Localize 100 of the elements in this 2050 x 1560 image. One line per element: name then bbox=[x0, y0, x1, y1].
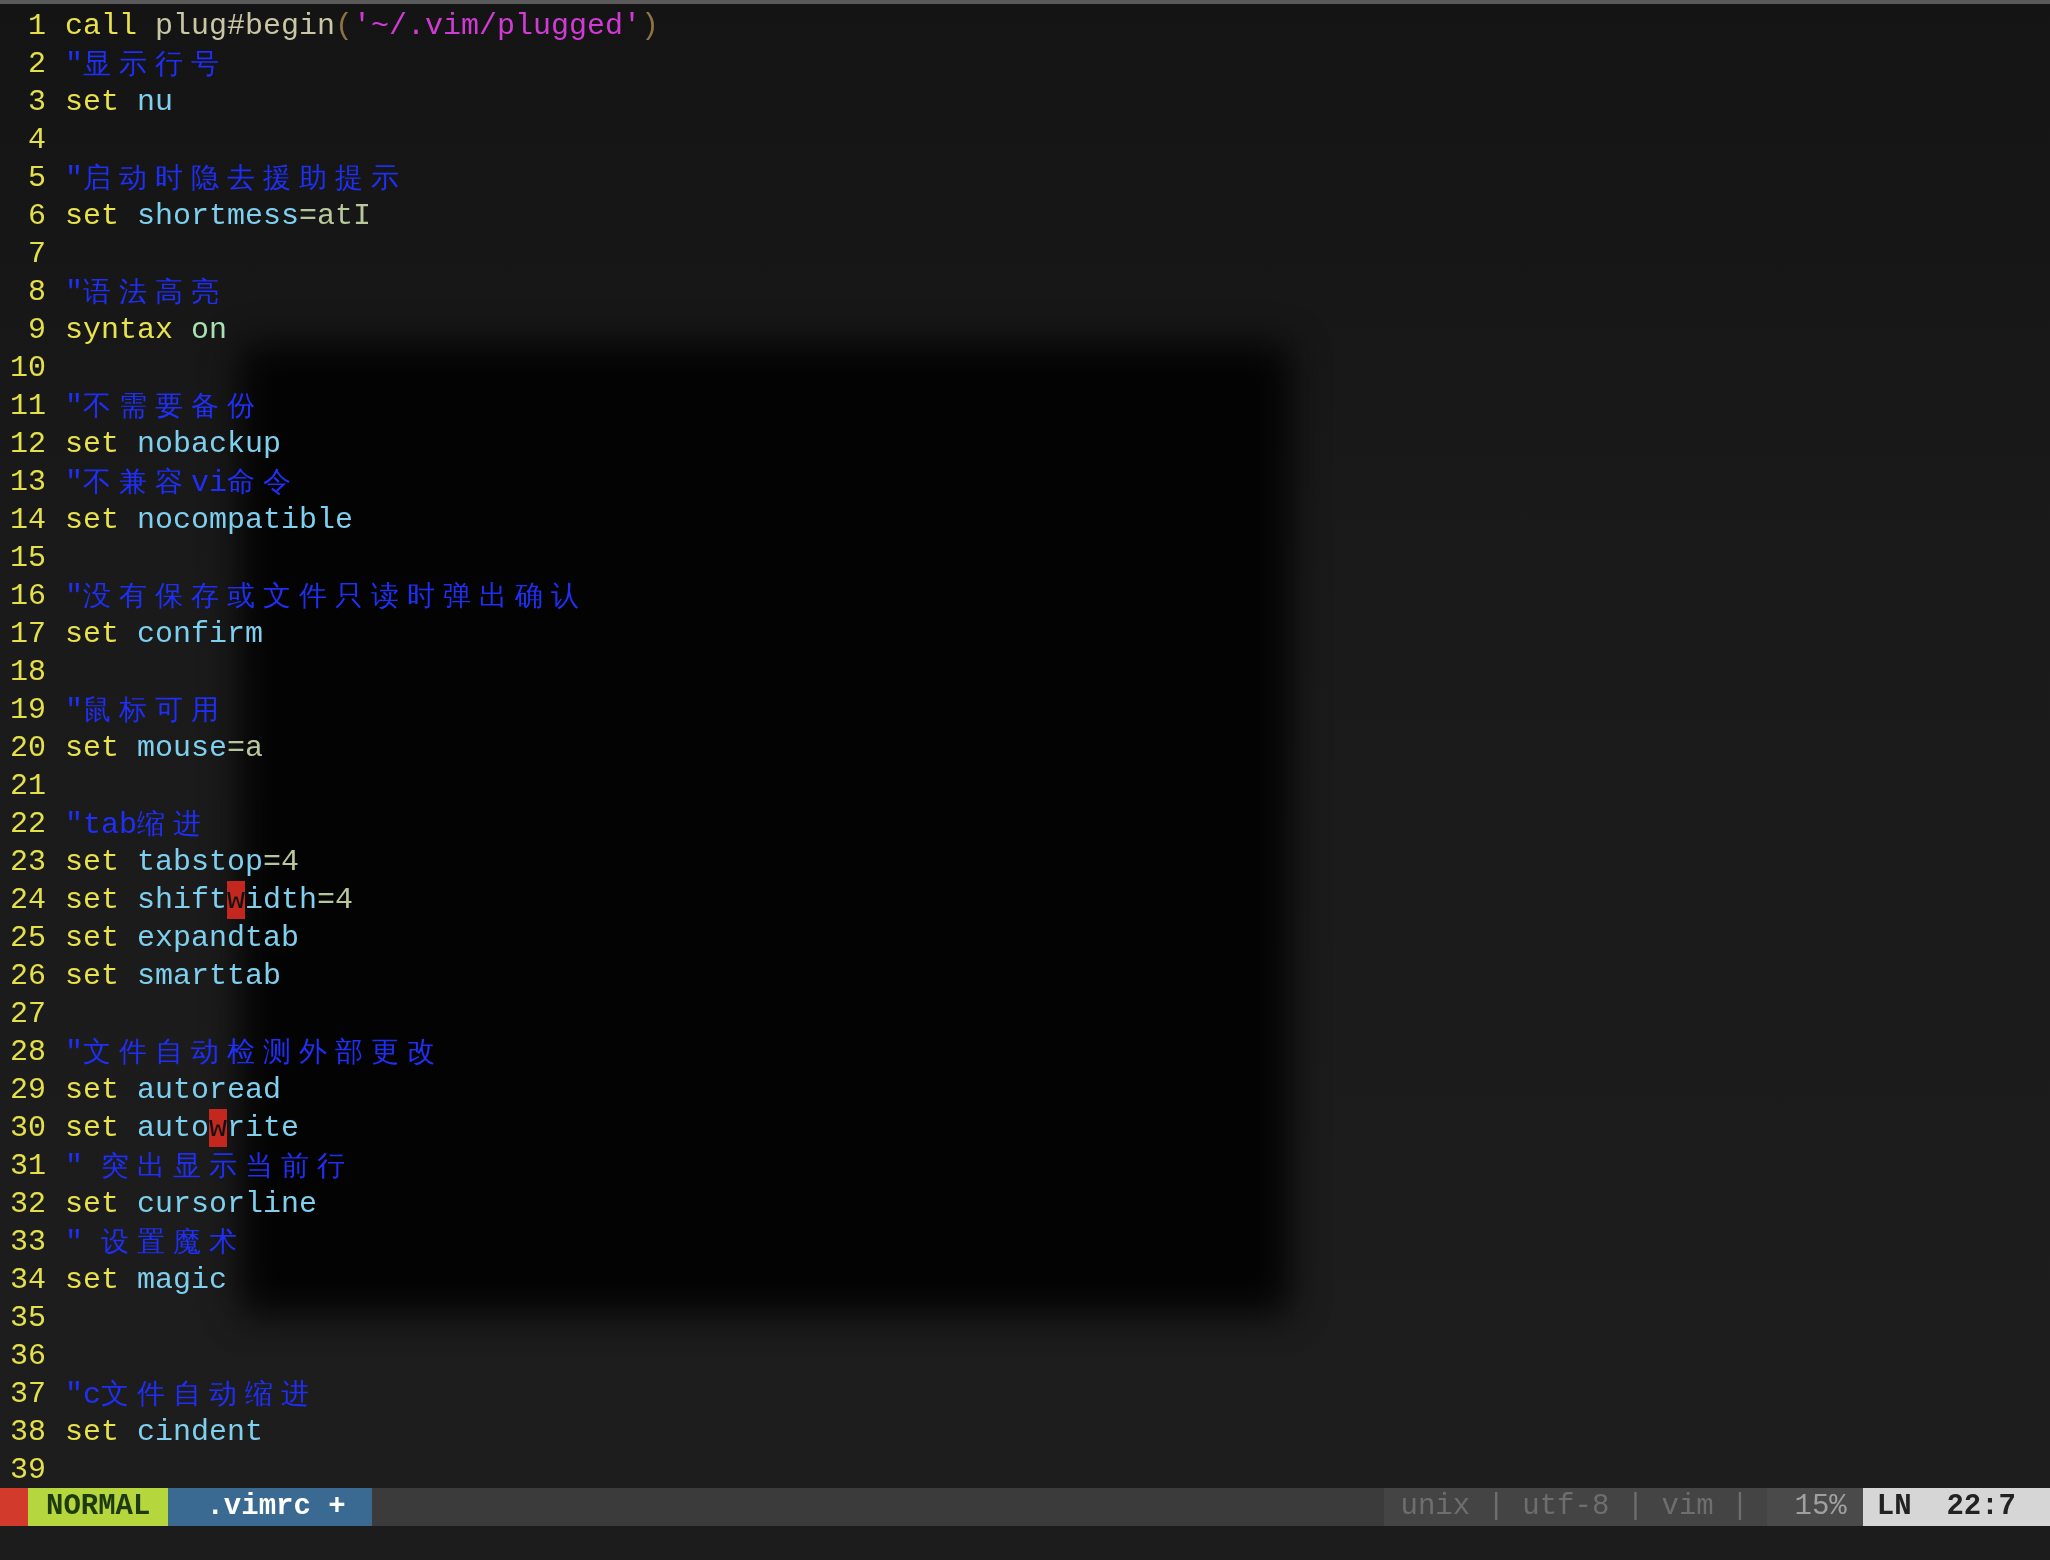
keyword: set bbox=[65, 502, 120, 539]
line-number: 27 bbox=[10, 996, 46, 1033]
option-name: rite bbox=[227, 1110, 300, 1147]
keyword: set bbox=[65, 1110, 120, 1147]
code-comment: "没有保存或文件只读时弹出确认 bbox=[65, 578, 587, 615]
keyword: set bbox=[65, 426, 120, 463]
option-name: nocompatible bbox=[137, 502, 354, 539]
line-number: 22 bbox=[10, 806, 46, 843]
line-number: 38 bbox=[10, 1414, 46, 1451]
code-comment: "不需要备份 bbox=[65, 388, 263, 425]
line-number: 7 bbox=[27, 236, 46, 273]
keyword: set bbox=[65, 958, 120, 995]
line-number: 30 bbox=[10, 1110, 46, 1147]
option-name: nobackup bbox=[137, 426, 282, 463]
operator: = bbox=[317, 882, 336, 919]
option-value: 4 bbox=[281, 844, 300, 881]
line-number: 1 bbox=[27, 8, 46, 45]
line-number: 29 bbox=[10, 1072, 46, 1109]
line-number: 10 bbox=[10, 350, 46, 387]
keyword: set bbox=[65, 84, 120, 121]
option-value: atI bbox=[317, 198, 372, 235]
cursor-position: LN 22:7 bbox=[1862, 1488, 2050, 1526]
keyword: set bbox=[65, 882, 120, 919]
keyword: call bbox=[65, 8, 138, 45]
line-number: 32 bbox=[10, 1186, 46, 1223]
line-number: 13 bbox=[10, 464, 46, 501]
parenthesis: ) bbox=[641, 8, 660, 45]
line-number: 19 bbox=[10, 692, 46, 729]
parenthesis: ( bbox=[335, 8, 354, 45]
code-comment: " 设置魔术 bbox=[65, 1224, 245, 1261]
operator: = bbox=[299, 198, 318, 235]
keyword: set bbox=[65, 1262, 120, 1299]
code-comment: "语法高亮 bbox=[65, 274, 227, 311]
operator: = bbox=[227, 730, 246, 767]
string-literal: '~/.vim/plugged' bbox=[353, 8, 642, 45]
option-name: shortmess bbox=[137, 198, 300, 235]
code-comment: "鼠标可用 bbox=[65, 692, 227, 729]
option-name: idth bbox=[245, 882, 318, 919]
code-comment: "启动时隐去援助提示 bbox=[65, 160, 407, 197]
line-number: 3 bbox=[27, 84, 46, 121]
line-number: 21 bbox=[10, 768, 46, 805]
line-number: 6 bbox=[27, 198, 46, 235]
option-name: autoread bbox=[137, 1072, 282, 1109]
line-number: 12 bbox=[10, 426, 46, 463]
scroll-percent: 15% bbox=[1766, 1488, 1863, 1526]
function-name: plug#begin bbox=[155, 8, 336, 45]
line-number: 9 bbox=[27, 312, 46, 349]
keyword: set bbox=[65, 730, 120, 767]
line-number: 18 bbox=[10, 654, 46, 691]
option-name: magic bbox=[137, 1262, 228, 1299]
line-number: 26 bbox=[10, 958, 46, 995]
line-number: 24 bbox=[10, 882, 46, 919]
keyword: set bbox=[65, 920, 120, 957]
line-number: 5 bbox=[27, 160, 46, 197]
line-number: 34 bbox=[10, 1262, 46, 1299]
line-number: 28 bbox=[10, 1034, 46, 1071]
line-number: 39 bbox=[10, 1452, 46, 1489]
keyword: set bbox=[65, 616, 120, 653]
line-number: 16 bbox=[10, 578, 46, 615]
constant: on bbox=[191, 312, 228, 349]
option-name: cursorline bbox=[137, 1186, 318, 1223]
line-number: 15 bbox=[10, 540, 46, 577]
mode-label: NORMAL bbox=[28, 1488, 169, 1526]
line-number: 36 bbox=[10, 1338, 46, 1375]
keyword: set bbox=[65, 1186, 120, 1223]
operator: = bbox=[263, 844, 282, 881]
keyword: set bbox=[65, 198, 120, 235]
option-name: shift bbox=[137, 882, 228, 919]
option-name: confirm bbox=[137, 616, 264, 653]
keyword: syntax bbox=[65, 312, 175, 349]
line-number: 23 bbox=[10, 844, 46, 881]
line-number: 35 bbox=[10, 1300, 46, 1337]
option-name: expandtab bbox=[137, 920, 300, 957]
code-comment: " 突出显示当前行 bbox=[65, 1148, 353, 1185]
search-match: w bbox=[227, 881, 246, 919]
line-number: 33 bbox=[10, 1224, 46, 1261]
search-match: w bbox=[209, 1109, 228, 1147]
keyword: set bbox=[65, 844, 120, 881]
line-number: 8 bbox=[27, 274, 46, 311]
file-name: .vimrc + bbox=[168, 1488, 372, 1526]
code-comment: "文件自动检测外部更改 bbox=[65, 1034, 443, 1071]
line-number: 31 bbox=[10, 1148, 46, 1185]
keyword: set bbox=[65, 1414, 120, 1451]
option-value: 4 bbox=[335, 882, 354, 919]
keyword: set bbox=[65, 1072, 120, 1109]
option-name: tabstop bbox=[137, 844, 264, 881]
option-name: nu bbox=[137, 84, 174, 121]
line-number: 25 bbox=[10, 920, 46, 957]
line-number: 2 bbox=[27, 46, 46, 83]
code-comment: "c文件自动缩进 bbox=[65, 1376, 317, 1413]
option-name: mouse bbox=[137, 730, 228, 767]
option-name: smarttab bbox=[137, 958, 282, 995]
code-comment: "tab缩进 bbox=[65, 806, 209, 843]
line-number: 4 bbox=[27, 122, 46, 159]
line-number: 11 bbox=[10, 388, 46, 425]
mode-indicator-block bbox=[0, 1488, 28, 1526]
option-value: a bbox=[245, 730, 264, 767]
option-name: cindent bbox=[137, 1414, 264, 1451]
line-number: 14 bbox=[10, 502, 46, 539]
line-number: 37 bbox=[10, 1376, 46, 1413]
